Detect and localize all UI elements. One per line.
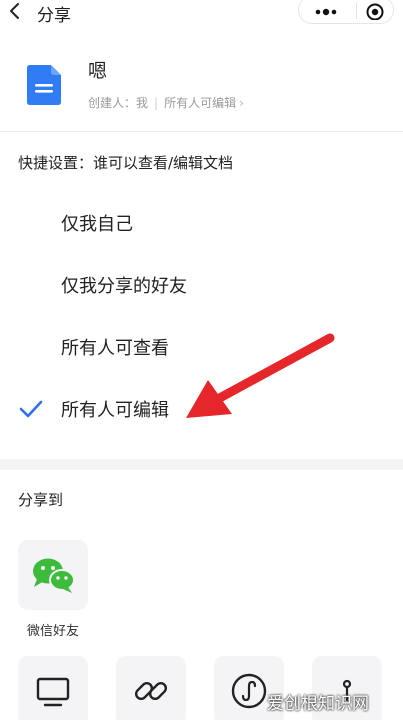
mini-program-capsule: [298, 0, 394, 24]
option-label: 仅我分享的好友: [61, 276, 187, 297]
option-label: 仅我自己: [61, 214, 133, 235]
wechat-icon: [33, 558, 75, 593]
option-only-me[interactable]: 仅我自己: [0, 202, 403, 242]
creator-text: 创建人：我: [88, 96, 149, 110]
doc-file-icon: [27, 65, 61, 105]
section-gap: [0, 459, 403, 470]
meta-separator: |: [154, 96, 159, 110]
option-shared-friends[interactable]: 仅我分享的好友: [0, 264, 403, 304]
quick-settings-title: 快捷设置：谁可以查看/编辑文档: [18, 154, 234, 172]
share-wechat-button[interactable]: [18, 540, 88, 610]
share-wechat-label: 微信好友: [26, 624, 79, 639]
document-name: 嗯: [88, 60, 108, 82]
page-title: 分享: [37, 6, 71, 26]
share-to-title: 分享到: [18, 491, 64, 509]
annotation-arrow-icon: [186, 333, 335, 418]
target-circle-icon[interactable]: [365, 0, 385, 20]
chevron-left-icon[interactable]: [6, 2, 24, 20]
link-icon: [134, 681, 168, 701]
nav-bar: 分享: [0, 0, 403, 26]
divider: [0, 131, 403, 132]
document-info[interactable]: 嗯 创建人：我 | 所有人可编辑 ›: [0, 44, 403, 130]
permission-summary: 所有人可编辑: [164, 96, 237, 110]
chevron-right-icon: ›: [239, 96, 244, 110]
capsule-divider: [356, 3, 357, 19]
share-screen-button[interactable]: [18, 656, 88, 720]
document-meta[interactable]: 创建人：我 | 所有人可编辑 ›: [88, 94, 244, 111]
watermark-text: 爱创根知识网: [267, 694, 369, 714]
option-label: 所有人可编辑: [61, 400, 169, 421]
copy-link-button[interactable]: [116, 656, 186, 720]
monitor-icon: [36, 677, 70, 707]
watermark: 爱创根知识网: [255, 686, 401, 716]
checkmark-icon: [19, 400, 43, 418]
option-label: 所有人可查看: [61, 338, 169, 359]
more-dots-icon[interactable]: [311, 1, 341, 19]
